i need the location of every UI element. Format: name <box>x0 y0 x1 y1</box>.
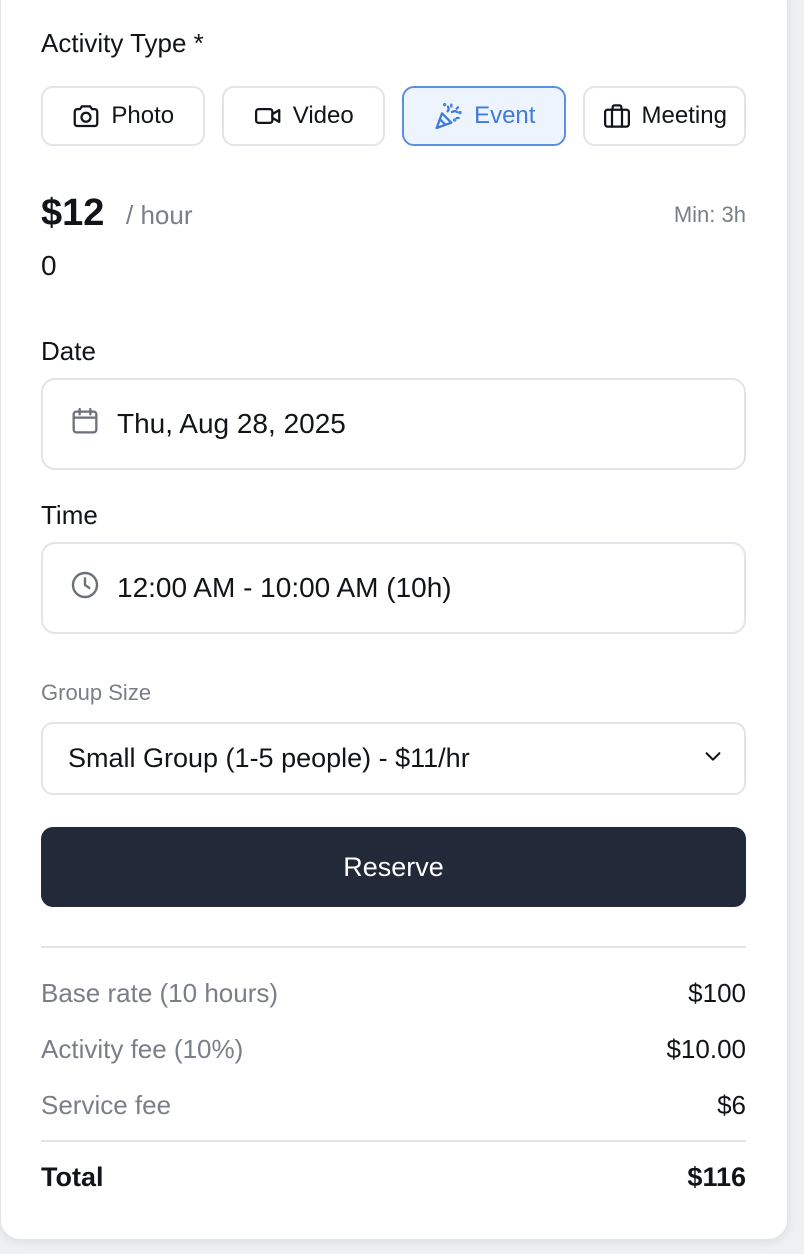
activity-type-selector: Photo Video Event Meeting <box>41 86 746 146</box>
divider <box>41 1140 746 1142</box>
total-value: $116 <box>687 1162 746 1192</box>
camera-icon <box>71 101 101 131</box>
activity-option-event[interactable]: Event <box>402 86 566 146</box>
fee-label: Base rate (10 hours) <box>41 978 279 1008</box>
fee-row-base-rate: Base rate (10 hours) $100 <box>41 978 746 1014</box>
video-icon <box>253 101 283 131</box>
date-label: Date <box>41 336 96 366</box>
price-extra-line: 0 <box>41 250 57 281</box>
price-amount: $12 <box>41 192 105 234</box>
fee-value: $6 <box>717 1090 746 1120</box>
calendar-icon <box>69 405 101 444</box>
fee-label: Service fee <box>41 1090 172 1120</box>
price-row: $12 / hour Min: 3h <box>41 192 746 238</box>
activity-option-photo[interactable]: Photo <box>41 86 205 146</box>
total-row: Total $116 <box>41 1162 746 1198</box>
group-size-select[interactable]: Small Group (1-5 people) - $11/hr <box>41 722 746 795</box>
activity-option-label: Event <box>474 102 536 129</box>
chevron-down-icon <box>702 743 724 774</box>
briefcase-icon <box>602 101 632 131</box>
clock-icon <box>69 569 101 608</box>
activity-option-video[interactable]: Video <box>221 86 385 146</box>
time-value: 12:00 AM - 10:00 AM (10h) <box>117 572 452 603</box>
activity-option-label: Video <box>292 102 354 129</box>
price-unit: / hour <box>126 200 193 230</box>
fee-row-activity-fee: Activity fee (10%) $10.00 <box>41 1034 746 1070</box>
activity-option-label: Photo <box>111 102 175 129</box>
total-label: Total <box>41 1162 104 1192</box>
group-size-label: Group Size <box>41 680 152 705</box>
party-popper-icon <box>432 100 464 132</box>
fee-value: $10.00 <box>666 1034 746 1064</box>
reserve-button[interactable]: Reserve <box>41 827 746 907</box>
divider <box>41 946 746 948</box>
minimum-hours: Min: 3h <box>673 202 746 227</box>
group-size-value: Small Group (1-5 people) - $11/hr <box>68 743 470 773</box>
fee-value: $100 <box>688 978 746 1008</box>
fee-label: Activity fee (10%) <box>41 1034 244 1064</box>
fee-row-service-fee: Service fee $6 <box>41 1090 746 1126</box>
date-value: Thu, Aug 28, 2025 <box>117 408 346 439</box>
time-picker[interactable]: 12:00 AM - 10:00 AM (10h) <box>41 542 746 634</box>
activity-option-label: Meeting <box>641 102 727 129</box>
activity-type-label: Activity Type * <box>41 28 204 58</box>
time-label: Time <box>41 500 98 530</box>
activity-option-meeting[interactable]: Meeting <box>582 86 746 146</box>
date-picker[interactable]: Thu, Aug 28, 2025 <box>41 378 746 470</box>
